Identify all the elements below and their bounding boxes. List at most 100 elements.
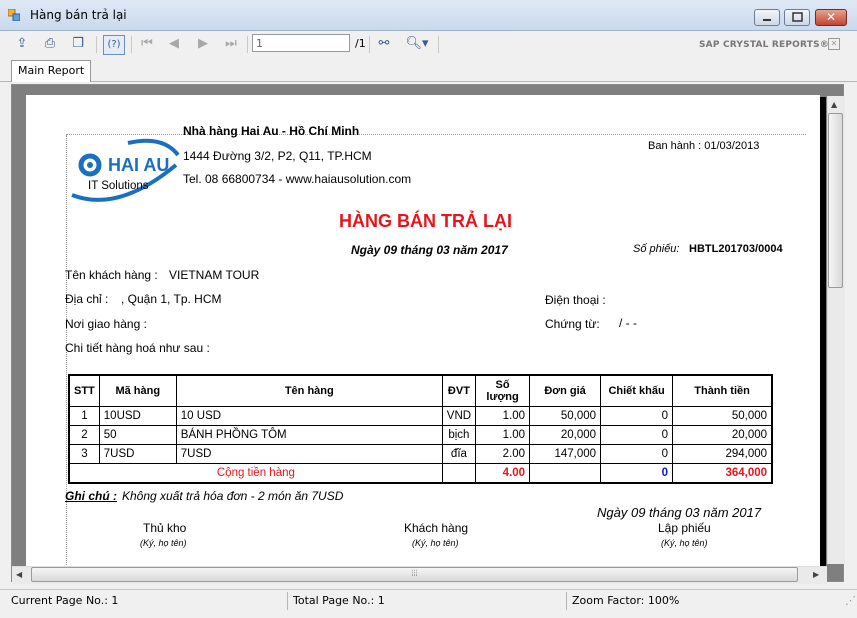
last-page-button[interactable]: ⏭ [221, 35, 241, 53]
row-code: 50 [98, 425, 177, 445]
row-name: BÁNH PHỒNG TÔM [175, 425, 443, 445]
print-icon: ⎙ [44, 36, 56, 51]
horizontal-scroll-thumb[interactable]: ⦙⦙⦙ [31, 567, 798, 582]
document-value: / - - [619, 316, 637, 330]
items-table: STT Mã hàng Tên hàng ĐVT Số lượng Đơn gi… [68, 374, 774, 484]
maximize-button[interactable] [784, 9, 810, 26]
scroll-up-icon[interactable]: ▲ [831, 100, 837, 109]
row-stt: 2 [68, 425, 100, 445]
note-label: Ghi chú : [65, 489, 117, 503]
prev-page-button[interactable]: ◀ [164, 35, 184, 53]
window-title: Hàng bán trả lại [30, 8, 127, 22]
company-address: 1444 Đường 3/2, P2, Q11, TP.HCM [183, 149, 372, 163]
issued-date: Ban hành : 01/03/2013 [648, 140, 760, 152]
toolbar-separator [247, 36, 248, 53]
detail-label: Chi tiết hàng hoá như sau : [65, 341, 210, 355]
print-button[interactable]: ⎙ [40, 35, 60, 53]
app-icon [8, 9, 20, 21]
row-stt: 3 [68, 444, 100, 464]
company-contact: Tel. 08 66800734 - www.haiausolution.com [183, 172, 412, 186]
last-page-icon: ⏭ [225, 36, 237, 51]
vertical-scroll-thumb[interactable] [828, 113, 843, 288]
row-amount: 20,000 [672, 425, 773, 445]
close-report-button[interactable]: ✕ [828, 38, 840, 50]
zoom-button[interactable]: 🔍︎▾ [402, 35, 432, 53]
voucher-number: HBTL201703/0004 [689, 243, 783, 255]
row-amount: 294,000 [672, 444, 773, 464]
column-header: Tên hàng [175, 374, 443, 407]
total-discount: 0 [600, 463, 674, 484]
title-bar: Hàng bán trả lại ✕ [0, 0, 857, 31]
sign-date: Ngày 09 tháng 03 năm 2017 [597, 505, 762, 520]
column-header: Chiết khấu [600, 374, 674, 407]
row-qty: 1.00 [475, 425, 531, 445]
toolbar-separator [438, 36, 439, 53]
toolbar-separator [131, 36, 132, 53]
row-amount: 50,000 [672, 406, 773, 426]
column-header: Số lượng [475, 374, 531, 407]
signer-hint: (Ký, họ tên) [412, 538, 459, 548]
table-header-row: STT Mã hàng Tên hàng ĐVT Số lượng Đơn gi… [68, 374, 773, 407]
report-date: Ngày 09 tháng 03 năm 2017 [351, 243, 508, 257]
first-page-button[interactable]: ⏮ [137, 35, 157, 53]
report-title: HÀNG BÁN TRẢ LẠI [339, 211, 512, 231]
tab-main-report[interactable]: Main Report [11, 60, 92, 82]
status-divider [566, 592, 567, 610]
customer-value: VIETNAM TOUR [169, 268, 260, 282]
find-button[interactable]: ⚯ [374, 35, 394, 53]
tab-bar: Main Report [0, 59, 857, 82]
column-header: ĐVT [441, 374, 477, 407]
table-row: 1 10USD 10 USD VND 1.00 50,000 0 50,000 [68, 406, 773, 426]
scroll-right-icon[interactable]: ▶ [813, 570, 819, 579]
column-header: STT [68, 374, 100, 407]
note-value: Không xuất trả hóa đơn - 2 món ăn 7USD [122, 489, 344, 503]
brand-label: SAP CRYSTAL REPORTS® [699, 40, 829, 50]
next-page-button[interactable]: ▶ [193, 35, 213, 53]
row-unit: đĩa [441, 444, 477, 464]
page-shadow [820, 97, 826, 573]
total-unit [441, 463, 477, 484]
column-header: Mã hàng [98, 374, 177, 407]
logo-subtext: IT Solutions [88, 180, 149, 192]
page-total-label: /1 [355, 37, 366, 50]
row-price: 50,000 [529, 406, 602, 426]
toolbar-separator [369, 36, 370, 53]
phone-label: Điện thoại : [545, 293, 606, 307]
resize-grip-icon[interactable]: ⋰ [843, 593, 856, 609]
row-unit: VND [441, 406, 477, 426]
report-viewer: HAI AU IT Solutions Nhà hàng Hai Au - Hồ… [11, 84, 844, 582]
scroll-left-icon[interactable]: ◀ [16, 570, 22, 579]
row-stt: 1 [68, 406, 100, 426]
row-qty: 1.00 [475, 406, 531, 426]
row-discount: 0 [600, 406, 674, 426]
minimize-button[interactable] [754, 9, 780, 26]
signer-title: Khách hàng [404, 521, 469, 535]
close-icon: ✕ [825, 10, 837, 24]
signer-title: Lập phiếu [658, 521, 711, 535]
prev-page-icon: ◀ [169, 36, 179, 51]
total-page-status: Total Page No.: 1 [293, 594, 385, 607]
copy-button[interactable]: ❐ [68, 35, 88, 53]
copy-icon: ❐ [72, 36, 84, 51]
close-icon: ✕ [830, 39, 838, 48]
help-icon: (?) [107, 39, 121, 50]
export-icon: ⇪ [16, 36, 28, 51]
row-discount: 0 [600, 444, 674, 464]
report-page: HAI AU IT Solutions Nhà hàng Hai Au - Hồ… [26, 95, 820, 581]
zoom-status: Zoom Factor: 100% [572, 594, 680, 607]
signer-title: Thủ kho [143, 521, 187, 535]
page-number-input[interactable]: 1 [252, 34, 350, 52]
table-row: 3 7USD 7USD đĩa 2.00 147,000 0 294,000 [68, 444, 773, 464]
zoom-icon: 🔍︎▾ [405, 36, 429, 51]
binoculars-icon: ⚯ [378, 36, 390, 51]
logo-text: HAI AU [108, 155, 170, 175]
help-button[interactable]: (?) [103, 35, 125, 55]
row-discount: 0 [600, 425, 674, 445]
minimize-icon [763, 19, 771, 21]
export-button[interactable]: ⇪ [12, 35, 32, 53]
total-amount: 364,000 [672, 463, 773, 484]
row-price: 20,000 [529, 425, 602, 445]
customer-label: Tên khách hàng : [65, 268, 158, 282]
signer-hint: (Ký, họ tên) [140, 538, 187, 548]
close-button[interactable]: ✕ [815, 9, 847, 26]
